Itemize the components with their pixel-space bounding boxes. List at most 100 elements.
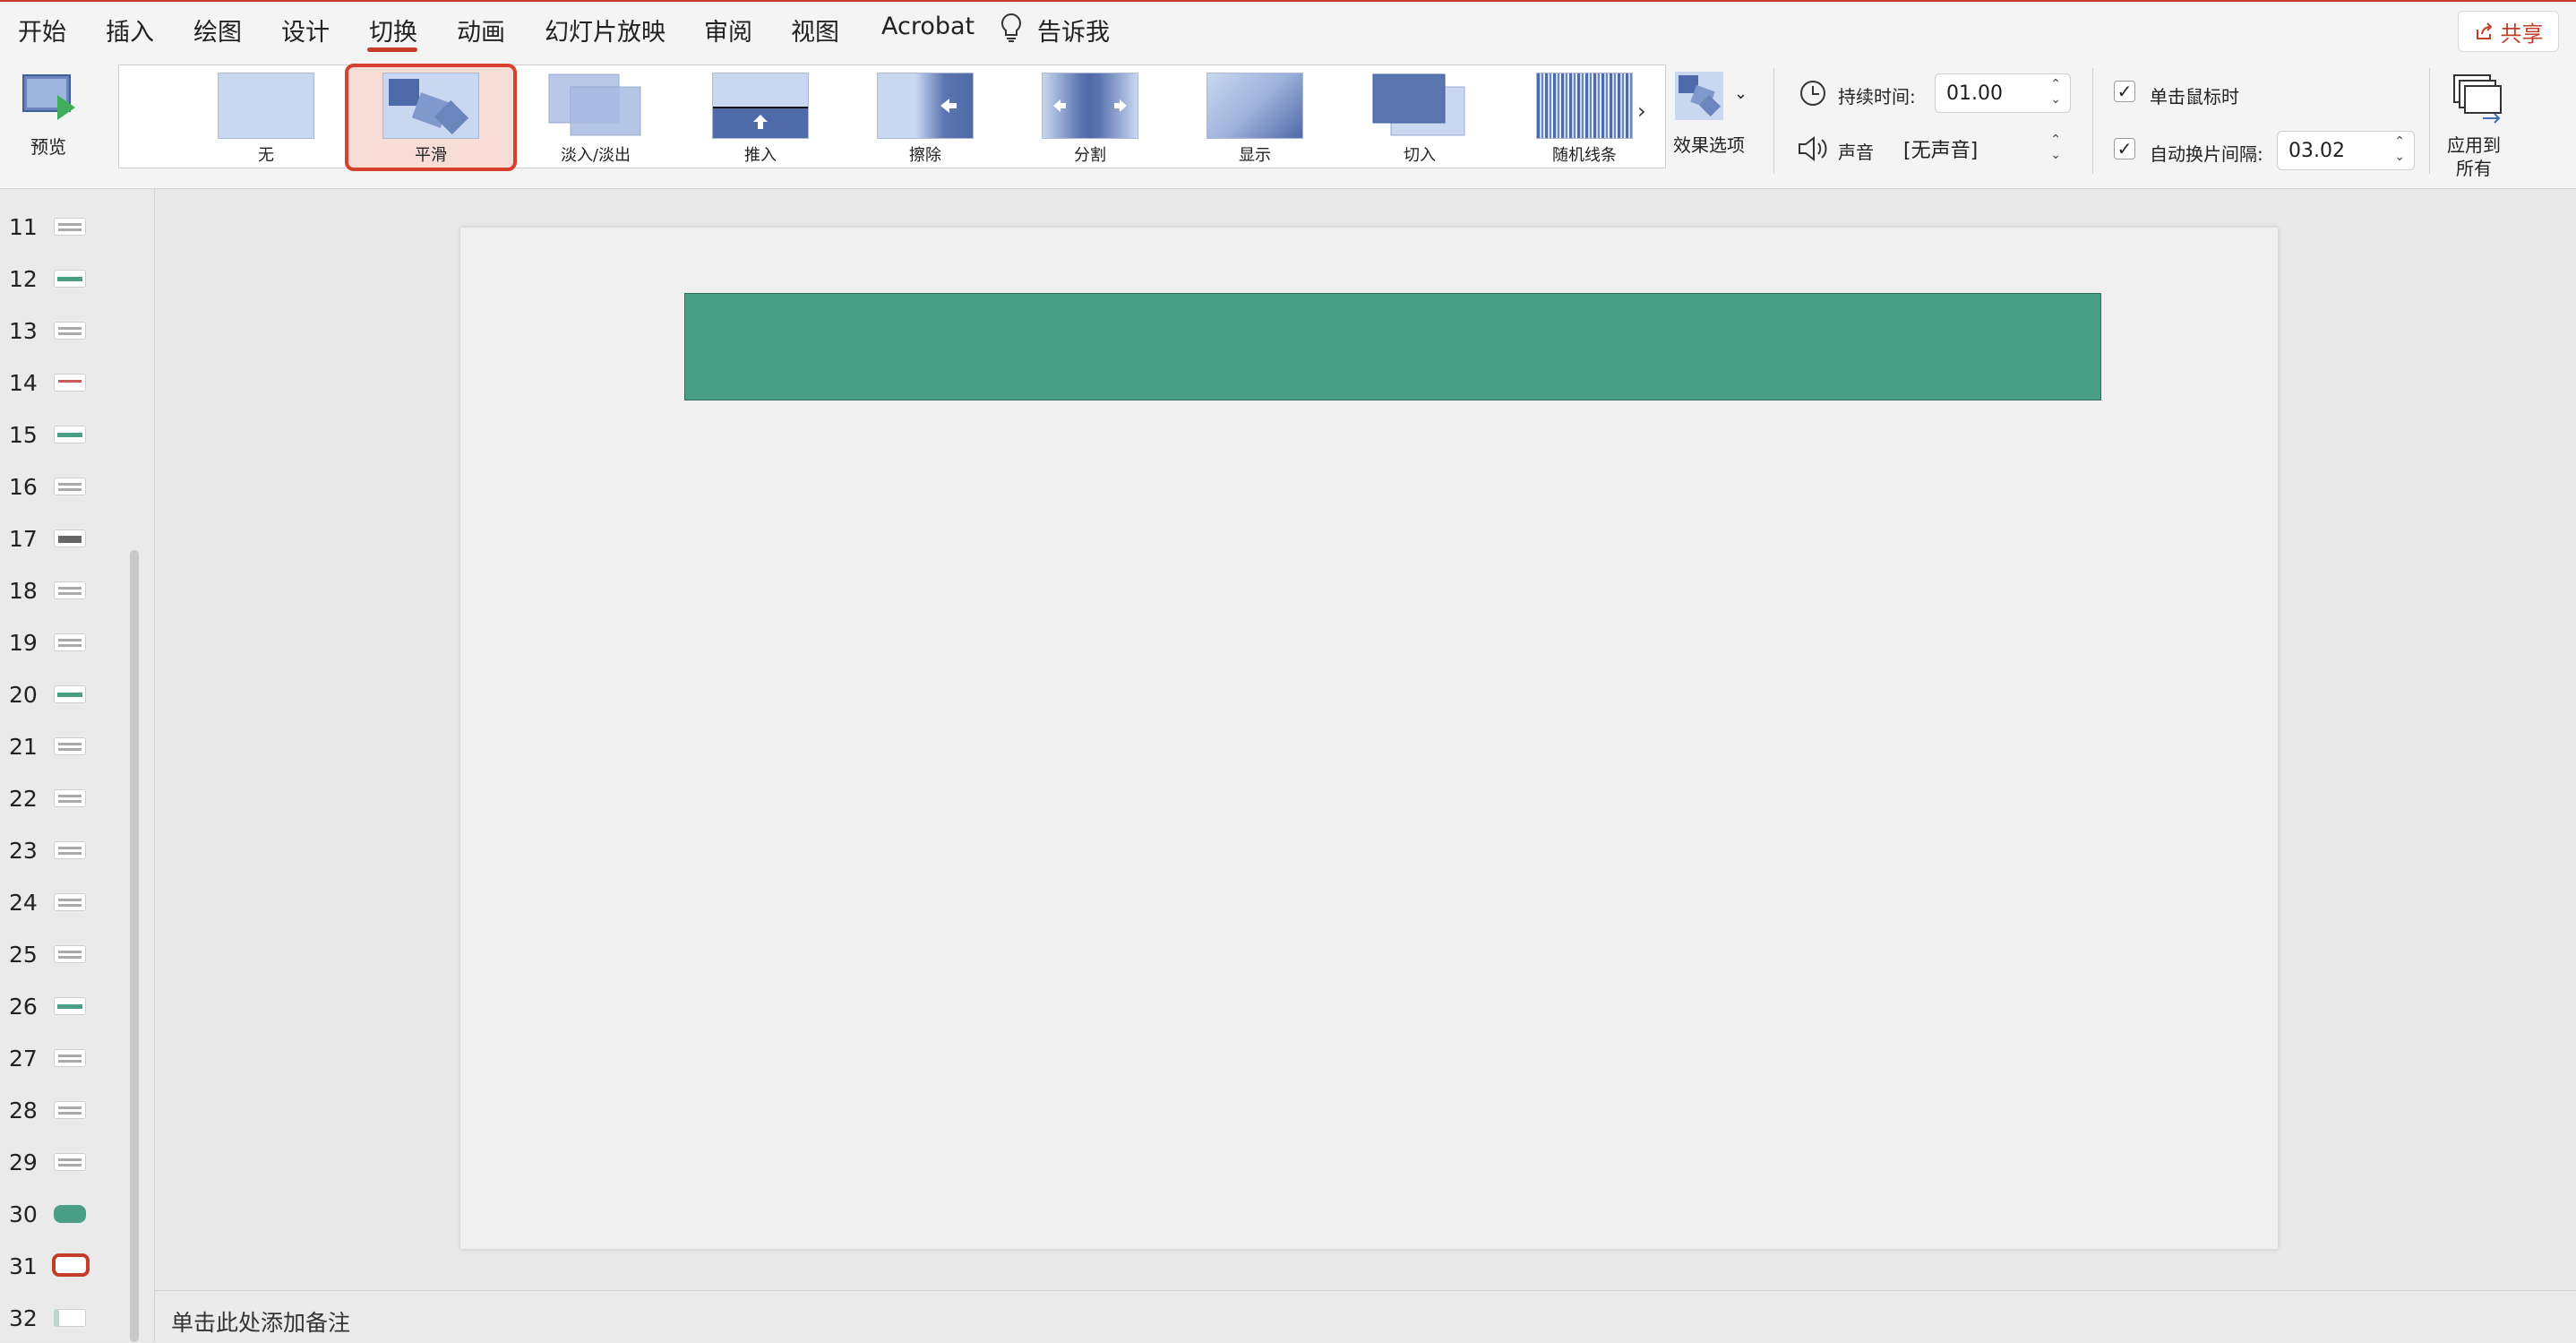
slide-preview [54, 1153, 86, 1171]
chevron-right-icon[interactable]: › [1637, 99, 1646, 124]
tell-me-search[interactable]: 告诉我 [1037, 13, 1110, 47]
tab-slideshow[interactable]: 幻灯片放映 [545, 13, 665, 47]
transition-smooth[interactable]: 平滑 [345, 64, 517, 171]
transition-split[interactable]: 分割 [1008, 67, 1172, 168]
slide-thumbnail-23[interactable]: 23 [0, 823, 134, 868]
slide-thumbnail-32[interactable]: 32 [0, 1291, 134, 1336]
thumbnail-scrollbar[interactable] [130, 550, 139, 1342]
auto-advance-stepper[interactable]: 03.02 ⌃ ⌄ [2277, 131, 2415, 170]
apply-all-label-1: 应用到 [2447, 134, 2501, 156]
slide-thumbnail-22[interactable]: 22 [0, 771, 134, 816]
transition-wipe[interactable]: 擦除 [843, 67, 1008, 168]
on-click-label: 单击鼠标时 [2150, 86, 2239, 108]
slide-number: 29 [9, 1149, 38, 1175]
slide-number: 22 [9, 786, 38, 812]
tab-draw[interactable]: 绘图 [193, 13, 242, 47]
stepper-arrows-icon[interactable]: ⌃ ⌄ [2394, 134, 2405, 165]
transition-cut[interactable]: 切入 [1337, 67, 1502, 168]
slide-thumbnail-12[interactable]: 12 [0, 252, 134, 297]
slide-thumbnail-13[interactable]: 13 [0, 304, 134, 349]
share-icon [2476, 22, 2492, 39]
duration-stepper[interactable]: 01.00 ⌃ ⌄ [1935, 73, 2071, 113]
slide-preview [54, 997, 86, 1015]
slide-thumbnail-25[interactable]: 25 [0, 927, 134, 972]
slide-thumbnail-24[interactable]: 24 [0, 875, 134, 920]
slide-number: 17 [9, 526, 38, 552]
slide-thumbnail-18[interactable]: 18 [0, 564, 134, 608]
chevron-down-icon: ⌄ [1734, 84, 1748, 103]
apply-to-all-button[interactable]: 应用到 所有 [2442, 72, 2513, 179]
transition-push[interactable]: 推入 [678, 67, 843, 168]
share-label: 共享 [2500, 21, 2544, 47]
tab-acrobat[interactable]: Acrobat [881, 13, 975, 40]
slide-canvas[interactable] [460, 228, 2278, 1249]
preview-button[interactable]: 预览 [13, 72, 84, 161]
transition-push-label: 推入 [744, 146, 777, 165]
slide-number: 30 [9, 1201, 38, 1227]
tab-animations[interactable]: 动画 [457, 13, 505, 47]
slide-thumbnail-17[interactable]: 17 [0, 512, 134, 556]
slide-number: 18 [9, 578, 38, 604]
slide-thumbnail-28[interactable]: 28 [0, 1083, 134, 1128]
effect-options-button[interactable]: ⌄ 效果选项 [1668, 65, 1750, 168]
effect-options-label: 效果选项 [1673, 134, 1745, 156]
title-rectangle-shape[interactable] [684, 293, 2101, 400]
slide-number: 14 [9, 370, 38, 396]
slide-preview [54, 218, 86, 236]
transition-fade-thumb [547, 73, 642, 137]
share-button[interactable]: 共享 [2458, 11, 2559, 52]
speaker-icon [1797, 134, 1829, 167]
slide-preview [54, 893, 86, 911]
transition-none[interactable]: 无 [184, 67, 348, 168]
slide-number: 15 [9, 422, 38, 448]
slide-number: 19 [9, 630, 38, 656]
slide-thumbnail-21[interactable]: 21 [0, 719, 134, 764]
slide-number: 26 [9, 994, 38, 1020]
transition-wipe-label: 擦除 [909, 146, 941, 165]
slide-thumbnail-27[interactable]: 27 [0, 1031, 134, 1076]
auto-advance-label: 自动换片间隔: [2150, 143, 2263, 165]
duration-value: 01.00 [1946, 82, 2003, 105]
slide-preview [54, 478, 86, 495]
active-tab-indicator [367, 47, 417, 52]
slide-thumbnail-15[interactable]: 15 [0, 408, 134, 452]
slide-thumbnail-14[interactable]: 14 [0, 356, 134, 400]
slide-thumbnail-19[interactable]: 19 [0, 616, 134, 660]
preview-label: 预览 [30, 136, 66, 158]
notes-pane[interactable]: 单击此处添加备注 [155, 1290, 2576, 1343]
slide-thumbnail-30[interactable]: 30 [0, 1187, 134, 1232]
slide-thumbnail-26[interactable]: 26 [0, 979, 134, 1024]
transition-split-thumb [1042, 73, 1138, 139]
dropdown-arrows-icon[interactable]: ⌃ ⌄ [2050, 133, 2061, 163]
slide-preview [54, 322, 86, 340]
apply-all-label-2: 所有 [2456, 158, 2492, 179]
slide-thumbnail-29[interactable]: 29 [0, 1135, 134, 1180]
slide-thumbnail-31[interactable]: 31 [0, 1239, 134, 1284]
slide-thumbnail-16[interactable]: 16 [0, 460, 134, 504]
sound-dropdown[interactable]: [无声音] ⌃ ⌄ [1892, 129, 2071, 168]
tab-transitions[interactable]: 切换 [369, 13, 417, 47]
menu-bar: 开始 插入 绘图 设计 切换 动画 幻灯片放映 审阅 视图 Acrobat 告诉… [0, 0, 2576, 56]
slide-preview [54, 1101, 86, 1119]
transition-none-thumb [218, 73, 314, 139]
slide-number: 16 [9, 474, 38, 500]
clock-icon [1799, 79, 1827, 111]
slide-preview [54, 1049, 86, 1067]
slide-preview [54, 789, 86, 807]
tab-home[interactable]: 开始 [18, 13, 66, 47]
tab-design[interactable]: 设计 [281, 13, 330, 47]
slide-thumbnail-11[interactable]: 11 [0, 200, 134, 245]
stepper-arrows-icon[interactable]: ⌃ ⌄ [2050, 77, 2061, 108]
checkmark-icon: ✓ [2117, 81, 2133, 102]
auto-advance-checkbox[interactable]: ✓ [2114, 138, 2135, 159]
transition-reveal[interactable]: 显示 [1172, 67, 1337, 168]
on-click-checkbox[interactable]: ✓ [2114, 81, 2135, 102]
slide-thumbnail-20[interactable]: 20 [0, 667, 134, 712]
checkmark-icon: ✓ [2117, 138, 2133, 159]
tab-insert[interactable]: 插入 [106, 13, 154, 47]
slide-preview [54, 426, 86, 443]
transition-fade[interactable]: 淡入/淡出 [513, 67, 678, 168]
duration-label: 持续时间: [1838, 86, 1916, 108]
tab-view[interactable]: 视图 [791, 13, 839, 47]
tab-review[interactable]: 审阅 [704, 13, 752, 47]
